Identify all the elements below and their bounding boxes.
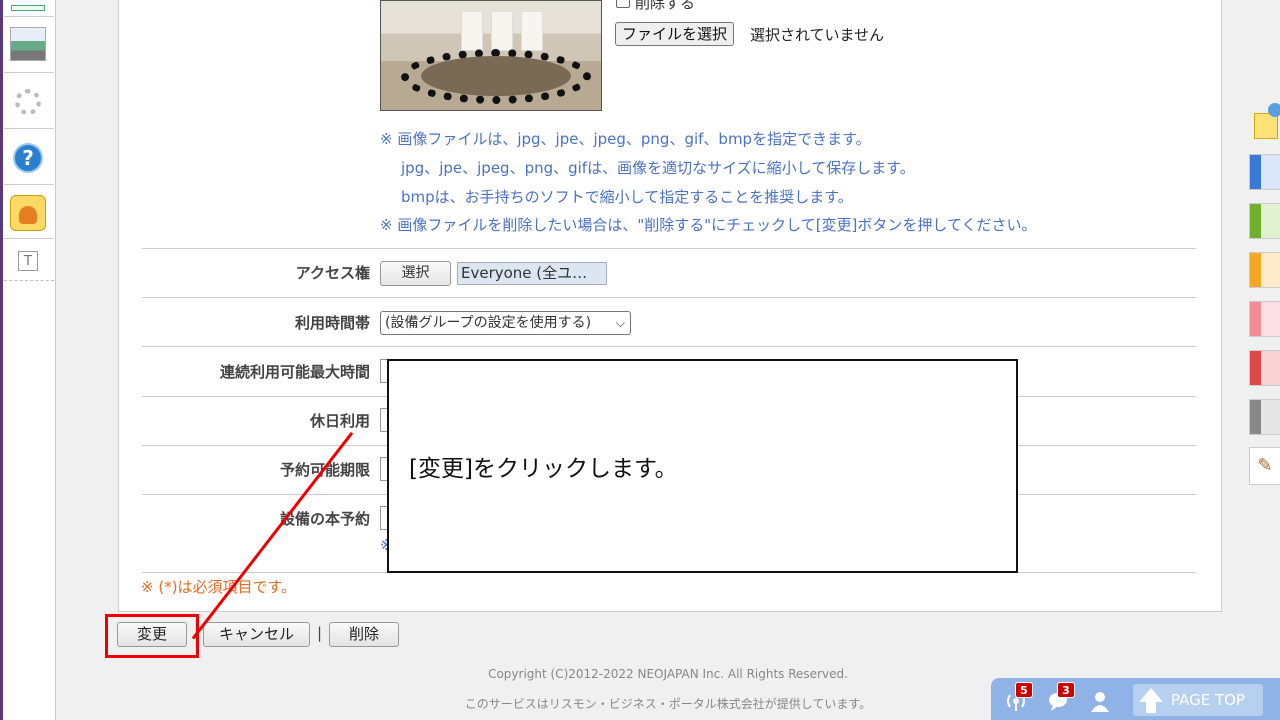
gear-icon[interactable] [10,84,46,120]
delete-button[interactable]: 削除 [329,622,399,647]
access-select-button[interactable]: 選択 [380,261,451,286]
usage-hours-select[interactable]: (設備グループの設定を使用する) ⌵ [380,311,631,335]
notification-antenna-icon[interactable]: 5 [1005,682,1033,712]
instruction-callout: [変更]をクリックします。 [387,359,1018,573]
pencil-icon[interactable]: ✎ [1249,447,1280,485]
row-divider [142,248,1196,249]
separator: | [317,624,323,642]
colon: ： [358,264,374,282]
divider [4,238,54,239]
image-note-1: ※ 画像ファイルは、jpg、jpe、jpeg、png、gif、bmpを指定できま… [380,130,871,148]
memo-icon[interactable] [1252,103,1280,143]
image-note-4: ※ 画像ファイルを削除したい場合は、"削除する"にチェックして[変更]ボタンを押… [380,216,1037,234]
help-icon[interactable]: ? [10,140,46,176]
color-tab-orange[interactable] [1249,252,1280,288]
cancel-button[interactable]: キャンセル [203,622,310,647]
delete-image-checkbox[interactable] [616,0,630,8]
callout-text: [変更]をクリックします。 [409,456,678,482]
colon: ： [358,461,374,479]
notification-badge: 5 [1015,682,1033,698]
row-divider [142,346,1196,347]
chevron-down-icon: ⌵ [615,316,625,330]
colon: ： [358,363,374,381]
delete-image-label: 削除する [635,0,696,12]
color-tab-blue[interactable] [1249,154,1280,190]
bottom-toolbar: 5 3 PAGE TOP [991,678,1280,720]
support-operator-icon[interactable] [10,195,46,231]
image-note-3: bmpは、お手持ちのソフトで縮小して指定することを推奨します。 [401,188,853,206]
image-note-2: jpg、jpe、jpeg、png、gifは、画像を適切なサイズに縮小して保存しま… [401,159,915,177]
color-tab-pink[interactable] [1249,301,1280,337]
required-note: ※ (*)は必須項目です。 [141,578,297,596]
arrow-up-icon [1139,688,1163,702]
colon: ： [358,314,374,332]
sidebar-edge [0,0,3,720]
app-thumbnail-top[interactable] [10,0,46,26]
facility-image-preview [380,0,602,111]
choose-file-button[interactable]: ファイルを選択 [615,22,735,46]
message-bubble-icon[interactable]: 3 [1047,682,1075,712]
user-icon[interactable] [1089,690,1111,712]
usage-hours-selected: (設備グループの設定を使用する) [385,315,592,331]
file-status-text: 選択されていません [750,26,885,44]
color-tab-green[interactable] [1249,203,1280,239]
page-top-button[interactable]: PAGE TOP [1133,684,1263,716]
divider [4,72,54,73]
text-size-icon[interactable]: T [10,243,46,279]
color-tab-red[interactable] [1249,350,1280,386]
dashed-divider [4,280,54,281]
left-sidebar: ? T [0,0,56,720]
divider [4,16,54,17]
divider [4,184,54,185]
portal-thumbnail[interactable] [10,26,46,62]
row-divider [142,297,1196,298]
main-reservation-label: 設備の本予約 [279,510,370,528]
highlight-box [105,614,199,658]
page-top-label: PAGE TOP [1171,691,1245,709]
divider [4,128,54,129]
max-continuous-label: 連続利用可能最大時間 [219,363,370,381]
colon: ： [358,510,374,528]
color-tab-gray[interactable] [1249,399,1280,435]
access-value: Everyone (全ユ… [457,262,607,285]
message-badge: 3 [1057,682,1075,698]
colon: ： [358,412,374,430]
